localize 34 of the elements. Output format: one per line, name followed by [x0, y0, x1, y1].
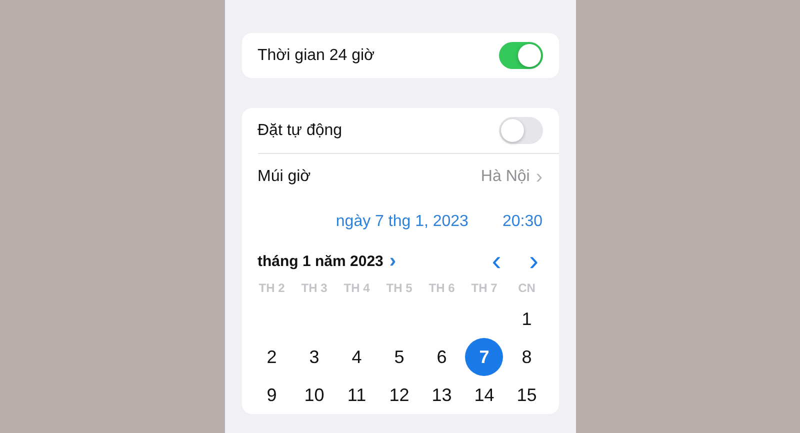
calendar-day[interactable]: 15 — [508, 376, 546, 414]
calendar-day[interactable]: 8 — [508, 338, 546, 376]
setting-label: Đặt tự động — [258, 122, 342, 140]
previous-month-button[interactable]: ‹ — [488, 247, 506, 275]
weekday-label: TH 5 — [385, 281, 414, 295]
calendar-day[interactable]: 6 — [422, 338, 461, 376]
setting-label: Múi giờ — [258, 168, 311, 186]
weekday-label: TH 2 — [258, 281, 286, 295]
toggle-switch[interactable] — [498, 42, 542, 69]
chevron-icon: › — [536, 166, 542, 186]
calendar-day[interactable]: 11 — [338, 376, 376, 414]
weekday-label: TH 6 — [428, 281, 456, 295]
calendar-day[interactable]: 2 — [252, 338, 291, 376]
time-value[interactable]: 20:30 — [502, 212, 542, 230]
calendar-day[interactable]: 7 — [465, 338, 504, 376]
setting-label: Thời gian 24 giờ — [258, 46, 375, 64]
weekday-label: TH 4 — [342, 281, 371, 295]
calendar-day[interactable]: 4 — [338, 338, 376, 376]
next-month-button[interactable]: › — [525, 247, 542, 275]
calendar-day[interactable]: 12 — [380, 376, 418, 414]
calendar-day[interactable]: 9 — [252, 376, 291, 414]
weekday-label: TH 7 — [470, 281, 498, 295]
month-title[interactable]: tháng 1 năm 2023 — [258, 252, 384, 270]
toggle-switch[interactable] — [498, 117, 542, 144]
calendar-day[interactable]: 10 — [295, 376, 334, 414]
calendar-day[interactable]: 1 — [508, 300, 546, 338]
chevron-icon[interactable]: › — [389, 251, 396, 271]
calendar-day[interactable]: 3 — [295, 338, 334, 376]
calendar-day[interactable]: 13 — [422, 376, 461, 414]
date-value[interactable]: ngày 7 thg 1, 2023 — [336, 212, 468, 230]
calendar-day[interactable]: 5 — [380, 338, 418, 376]
calendar-day[interactable]: 14 — [465, 376, 504, 414]
weekday-label: TH 3 — [300, 281, 328, 295]
weekday-label: CN — [517, 281, 536, 295]
